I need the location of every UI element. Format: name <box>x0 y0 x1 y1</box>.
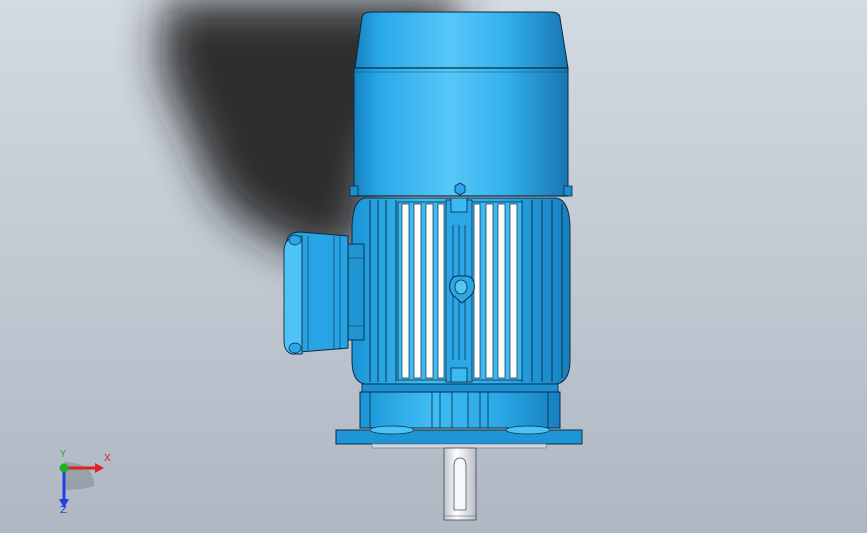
reference-triad[interactable]: X Y Z <box>40 448 120 518</box>
triad-x-label: X <box>104 453 111 464</box>
motor-model[interactable] <box>0 0 867 533</box>
triad-y-label: Y <box>60 449 67 460</box>
graphics-viewport[interactable]: X Y Z <box>0 0 867 533</box>
terminal-box[interactable] <box>283 231 365 355</box>
bearing-housing[interactable] <box>359 383 561 429</box>
motor-body[interactable] <box>351 197 571 385</box>
output-shaft[interactable] <box>443 447 477 521</box>
mounting-flange[interactable] <box>335 425 583 449</box>
fan-cowl[interactable] <box>349 11 573 197</box>
triad-z-label: Z <box>60 505 67 516</box>
